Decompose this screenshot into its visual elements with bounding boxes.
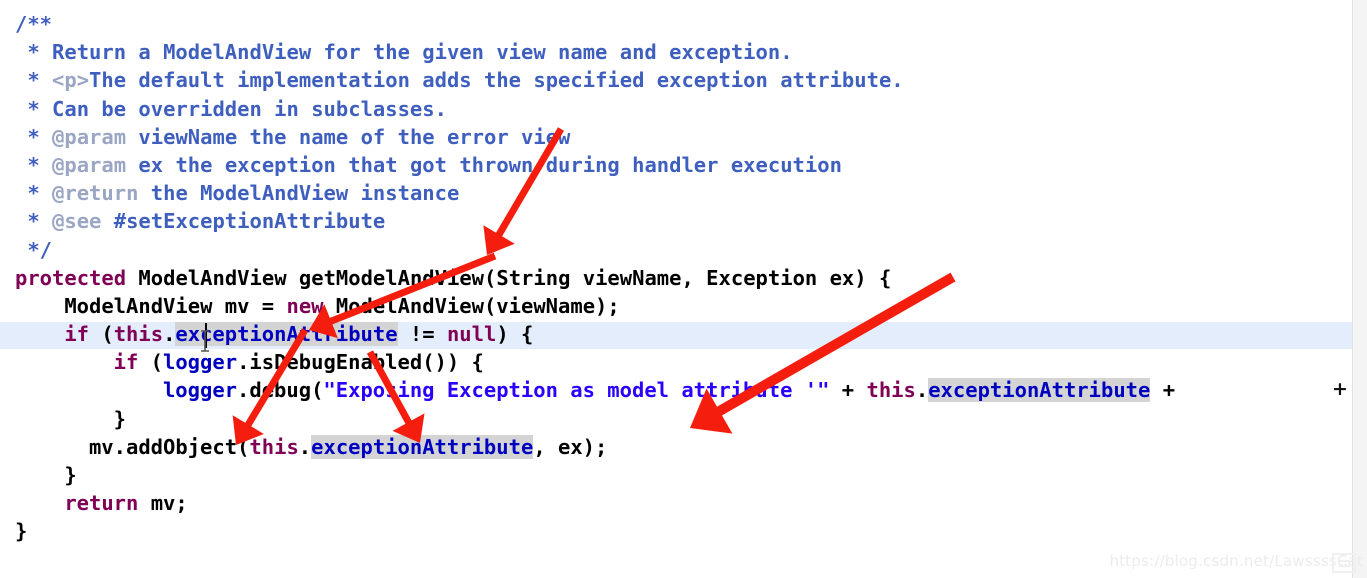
code-line[interactable]: */ <box>0 236 1367 264</box>
code-token-kw: new <box>286 293 324 318</box>
code-line[interactable]: logger.debug("Exposing Exception as mode… <box>0 376 1367 404</box>
code-line[interactable]: * Can be overridden in subclasses. <box>0 95 1367 123</box>
code-token-cm: * Return a ModelAndView for the given vi… <box>27 40 793 65</box>
code-line[interactable]: protected ModelAndView getModelAndView(S… <box>0 264 1367 292</box>
code-editor-screenshot: + /** * Return a ModelAndView for the giv… <box>0 0 1367 578</box>
code-token-cm: */ <box>27 237 53 262</box>
code-token-pl: } <box>113 406 126 431</box>
code-token-cm: * <box>27 124 53 149</box>
margin-plus-marker[interactable]: + <box>1332 380 1348 399</box>
code-token-cm: viewName the name of the error view <box>126 124 571 149</box>
code-text-area[interactable]: /** * Return a ModelAndView for the given… <box>0 0 1367 578</box>
code-token-cm: #setExceptionAttribute <box>101 209 386 234</box>
code-token-cm: /** <box>15 12 53 36</box>
code-token-fld: logger <box>162 378 238 403</box>
code-line[interactable]: ModelAndView mv = new ModelAndView(viewN… <box>0 292 1367 320</box>
code-token-pl: , ex); <box>533 434 608 459</box>
code-token-tag: @see <box>52 209 102 234</box>
code-token-pl: } <box>15 519 28 544</box>
code-token-cm: the ModelAndView instance <box>138 181 460 206</box>
code-token-pl: . <box>298 434 312 459</box>
code-token-kw: null <box>446 322 497 347</box>
code-token-kw: this <box>249 434 299 459</box>
code-line[interactable]: * @see #setExceptionAttribute <box>0 207 1367 235</box>
code-token-pl: ModelAndView getModelAndView(String view… <box>126 265 892 290</box>
code-token-pl: . <box>163 322 176 347</box>
code-token-kw: this <box>866 378 916 403</box>
code-line[interactable]: } <box>0 517 1367 545</box>
csdn-watermark: https://blog.csdn.net/LawssssCat <box>1109 552 1363 570</box>
code-line[interactable]: * <p>The default implementation adds the… <box>0 66 1367 94</box>
code-token-kw: return <box>64 491 139 516</box>
code-token-pl: mv; <box>138 491 188 516</box>
code-line[interactable]: return mv; <box>0 489 1367 517</box>
code-token-htm: <p> <box>52 68 90 93</box>
code-token-pl: } <box>64 463 77 487</box>
code-line[interactable]: * @return the ModelAndView instance <box>0 179 1367 207</box>
code-token-tag: @param <box>52 152 127 177</box>
code-token-pl: ( <box>89 322 114 347</box>
code-token-pl: ModelAndView mv = <box>64 293 287 318</box>
code-token-str: "Exposing Exception as model attribute '… <box>323 378 830 403</box>
code-token-kw: if <box>64 322 89 347</box>
code-token-pl: ) { <box>496 322 534 347</box>
code-token-kw: protected <box>15 265 127 290</box>
code-line[interactable]: mv.addObject(this.exceptionAttribute, ex… <box>0 433 1367 461</box>
code-token-tag: @return <box>52 181 139 206</box>
code-token-fld: logger <box>163 350 238 375</box>
code-token-pl: .debug( <box>237 378 324 403</box>
code-token-kw: if <box>113 350 139 375</box>
code-token-pl: . <box>915 378 929 403</box>
code-token-pl: + <box>1150 378 1176 403</box>
code-token-kw: this <box>113 322 164 347</box>
code-line[interactable]: * @param viewName the name of the error … <box>0 123 1367 151</box>
code-token-cm: ex the exception that got thrown during … <box>126 152 842 177</box>
code-token-cm: * <box>27 181 53 206</box>
watermark-logo-icon <box>1332 553 1356 573</box>
code-token-pl: ( <box>138 350 163 375</box>
code-token-tag: @param <box>52 124 127 149</box>
code-token-pl: != <box>397 322 447 347</box>
ibeam-mouse-cursor <box>201 330 209 352</box>
code-token-occ: exceptionAttribute <box>311 434 534 459</box>
code-line[interactable]: if (logger.isDebugEnabled()) { <box>0 348 1367 376</box>
code-line[interactable]: * Return a ModelAndView for the given vi… <box>0 38 1367 66</box>
code-token-cm: * <box>27 68 53 93</box>
code-token-pl: + <box>829 378 867 403</box>
code-line[interactable]: } <box>0 405 1367 433</box>
code-line[interactable]: * @param ex the exception that got throw… <box>0 151 1367 179</box>
code-token-cm: The default implementation adds the spec… <box>89 68 904 93</box>
code-token-pl: ModelAndView(viewName); <box>323 293 620 318</box>
code-line[interactable]: } <box>0 461 1367 489</box>
code-token-cm: * <box>27 209 53 234</box>
code-token-pl: mv.addObject( <box>88 434 250 459</box>
code-token-pl: .isDebugEnabled()) { <box>237 350 484 375</box>
code-token-occ: exceptionAttribute <box>928 378 1151 403</box>
code-token-cm: * <box>27 152 53 177</box>
code-token-cm: * Can be overridden in subclasses. <box>27 96 447 121</box>
code-line[interactable]: /** <box>0 10 1367 38</box>
